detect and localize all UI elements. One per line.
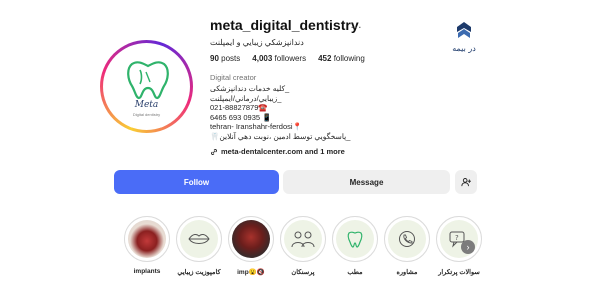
highlight-photo — [232, 220, 270, 258]
logo-caption: در بیمه — [452, 44, 476, 53]
following-count[interactable]: 452 following — [318, 54, 365, 63]
highlight-photo — [128, 220, 166, 258]
story-highlights: implants كامپوزيت زيبايي imp😮🔇 پرسنكان م… — [0, 216, 600, 288]
top-right-logo: در بیمه — [443, 20, 485, 53]
bio-line: 6465 693 0935 📱 — [210, 112, 272, 122]
tooth-icon — [336, 220, 374, 258]
profile-full-name: دندانپزشكي زيبايي و ايمپلنت — [210, 38, 304, 47]
bio-line: 021-88827879☎️ — [210, 103, 268, 113]
lips-icon — [180, 220, 218, 258]
bio-line: _پاسخگويي توسط ادمين ،نوبت دهي آنلاين🦷 — [210, 131, 351, 141]
profile-bio: _كليه خدمات دندانپزشكی _زيبايي/درماني/اي… — [210, 84, 380, 142]
posts-count: 90 posts — [210, 54, 241, 63]
phone-icon — [388, 220, 426, 258]
highlight-label: imp😮🔇 — [237, 269, 265, 276]
bio-line: _كليه خدمات دندانپزشكی — [210, 84, 290, 93]
highlight-consultation[interactable]: مشاوره — [382, 216, 432, 276]
highlight-label: implants — [133, 268, 161, 275]
profile-stats: 90 posts 4,003 followers 452 following — [210, 54, 365, 63]
highlight-label: سوالات پرتكرار — [438, 269, 480, 276]
link-text[interactable]: meta-dentalcenter.com and 1 more — [221, 147, 345, 156]
chevron-right-icon[interactable]: › — [461, 240, 475, 254]
highlight-staff[interactable]: پرسنكان — [278, 216, 328, 276]
followers-count[interactable]: 4,003 followers — [252, 54, 306, 63]
profile-username: meta_digital_dentistry — [210, 17, 359, 33]
more-options-icon[interactable]: … — [350, 17, 362, 31]
highlight-office[interactable]: مطب — [330, 216, 380, 276]
bio-line: tehran- Iranshahr-ferdosi📍 — [210, 122, 302, 132]
avatar-brand: Meta — [134, 100, 159, 110]
team-icon — [284, 220, 322, 258]
follow-button[interactable]: Follow — [114, 170, 279, 194]
bio-line: _زيبايي/درماني/ايمپلنت — [210, 93, 282, 103]
person-add-icon — [461, 178, 471, 187]
highlight-composite[interactable]: كامپوزيت زيبايي — [174, 216, 224, 276]
highlight-label: پرسنكان — [291, 269, 315, 276]
profile-category: Digital creator — [210, 73, 257, 82]
profile-link[interactable]: meta-dentalcenter.com and 1 more — [210, 147, 345, 156]
highlight-label: مشاوره — [396, 269, 418, 276]
message-button[interactable]: Message — [283, 170, 450, 194]
profile-avatar[interactable]: Meta Digital dentistry — [100, 40, 193, 133]
insurance-logo-icon — [457, 22, 471, 38]
highlight-label: كامپوزيت زيبايي — [177, 269, 221, 276]
highlight-implants[interactable]: implants — [122, 216, 172, 275]
highlight-label: مطب — [347, 269, 363, 276]
highlight-imp[interactable]: imp😮🔇 — [226, 216, 276, 276]
svg-text:?: ? — [455, 234, 459, 242]
highlight-faq[interactable]: ? سوالات پرتكرار — [434, 216, 484, 276]
link-icon — [211, 148, 217, 155]
suggest-accounts-button[interactable] — [455, 170, 477, 194]
avatar-brand-sub: Digital dentistry — [132, 112, 161, 117]
tooth-logo-icon — [127, 61, 169, 100]
